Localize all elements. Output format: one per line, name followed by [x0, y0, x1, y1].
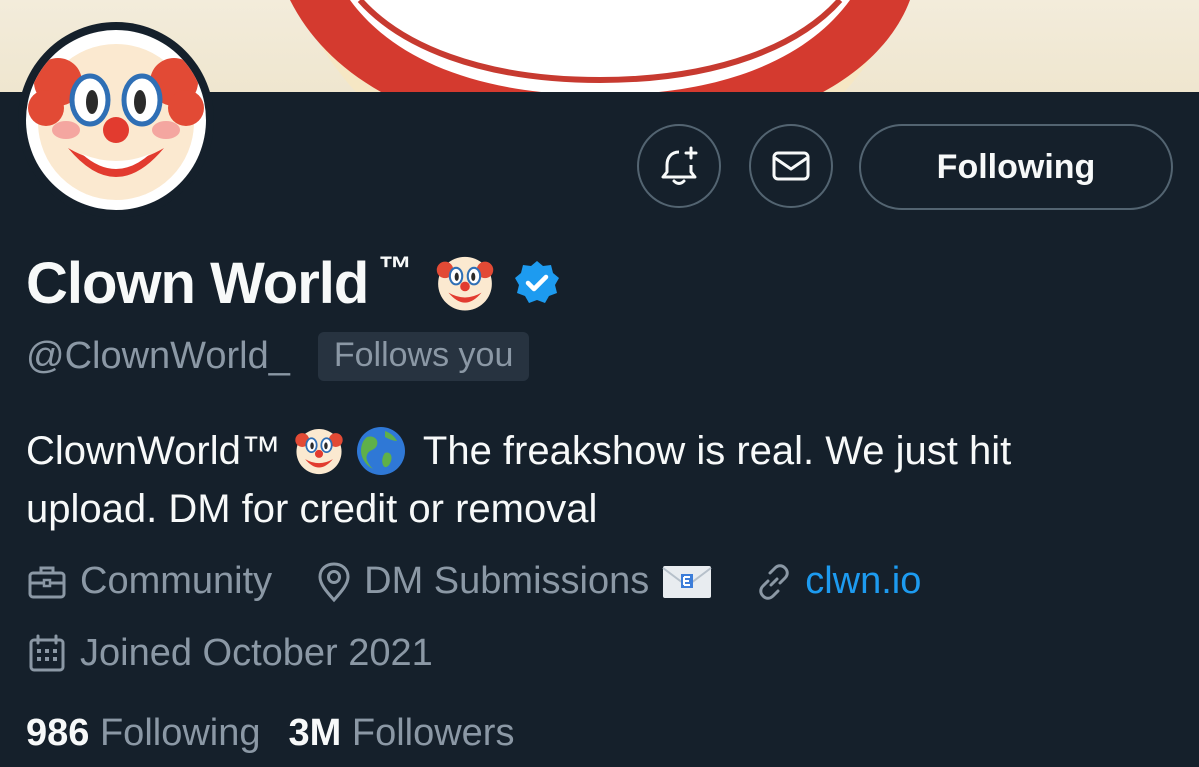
handle-row: @ClownWorld_ Follows you [26, 332, 530, 381]
bio-line-2: upload. DM for credit or removal [26, 487, 598, 531]
followers-stat[interactable]: 3M Followers [289, 712, 515, 755]
trademark-symbol: ™ [378, 249, 413, 288]
website-item[interactable]: clwn.io [753, 560, 921, 603]
clown-face-icon [28, 44, 204, 200]
followers-count: 3M [288, 712, 342, 754]
followers-label: Followers [351, 712, 515, 754]
clown-face-icon [437, 256, 494, 311]
envelope-emoji-icon [662, 565, 712, 598]
follows-you-badge: Follows you [317, 332, 530, 381]
following-button[interactable]: Following [859, 124, 1173, 210]
envelope-icon [772, 151, 810, 181]
follow-stats: 986 Following 3M Followers [26, 712, 514, 755]
profile-avatar[interactable] [18, 22, 214, 218]
following-stat[interactable]: 986 Following [26, 712, 261, 755]
bio-brand-text: ClownWorld™ [26, 429, 281, 473]
calendar-icon [29, 634, 65, 671]
username-handle: @ClownWorld_ [26, 335, 290, 377]
clown-face-icon [295, 429, 343, 475]
category-label: Community [80, 560, 273, 602]
joined-row: Joined October 2021 [26, 632, 433, 675]
location-item: DM Submissions [314, 560, 713, 603]
website-link[interactable]: clwn.io [805, 560, 921, 603]
verified-badge-icon[interactable] [512, 258, 562, 308]
display-name: Clown World [26, 250, 369, 316]
category-item: Community [26, 560, 272, 603]
bell-plus-icon [661, 146, 698, 185]
location-pin-icon [318, 561, 350, 602]
bio-tagline-text: The freakshow is real. We just hit [422, 429, 1012, 473]
profile-bio: ClownWorld™ The freakshow is real. We ju… [26, 422, 1176, 538]
notify-button[interactable] [637, 124, 721, 208]
display-name-row: Clown World ™ [26, 248, 562, 318]
location-label: DM Submissions [364, 560, 650, 602]
joined-date: Joined October 2021 [80, 632, 433, 674]
globe-americas-icon [356, 427, 405, 475]
message-button[interactable] [749, 124, 833, 208]
briefcase-icon [28, 566, 66, 598]
profile-meta-row: Community DM Submissions clwn.io [26, 560, 921, 603]
link-icon [759, 563, 789, 600]
following-count: 986 [26, 712, 90, 754]
following-label: Following [99, 712, 261, 754]
